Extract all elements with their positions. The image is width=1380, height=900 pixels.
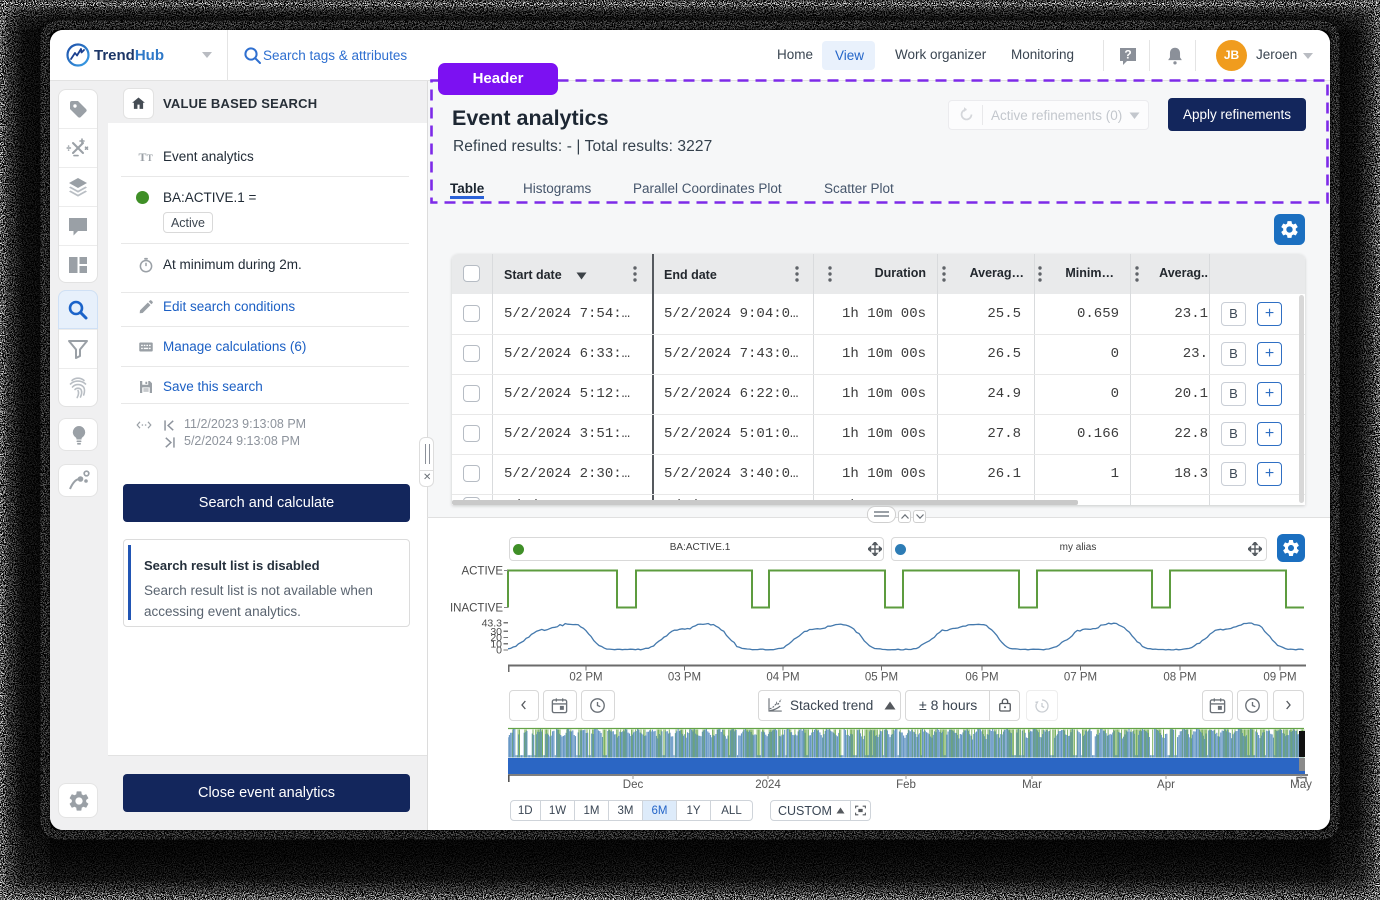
svg-text:Mar: Mar xyxy=(1022,779,1042,791)
svg-text:06 PM: 06 PM xyxy=(965,672,998,684)
svg-text:INACTIVE: INACTIVE xyxy=(450,603,503,615)
svg-text:Dec: Dec xyxy=(623,779,644,791)
svg-text:04 PM: 04 PM xyxy=(766,672,799,684)
svg-text:03 PM: 03 PM xyxy=(668,672,701,684)
svg-text:02 PM: 02 PM xyxy=(569,672,602,684)
svg-text:05 PM: 05 PM xyxy=(865,672,898,684)
svg-text:Apr: Apr xyxy=(1157,779,1175,791)
svg-text:T: T xyxy=(147,153,153,163)
svg-text:ACTIVE: ACTIVE xyxy=(461,566,503,578)
svg-text:0: 0 xyxy=(496,645,502,657)
svg-text:T: T xyxy=(139,150,147,164)
svg-text:09 PM: 09 PM xyxy=(1263,672,1296,684)
svg-text:?: ? xyxy=(1124,48,1131,62)
svg-text:May: May xyxy=(1290,779,1312,791)
svg-text:07 PM: 07 PM xyxy=(1064,672,1097,684)
svg-text:Feb: Feb xyxy=(896,779,916,791)
svg-text:2024: 2024 xyxy=(755,779,781,791)
svg-text:08 PM: 08 PM xyxy=(1163,672,1196,684)
